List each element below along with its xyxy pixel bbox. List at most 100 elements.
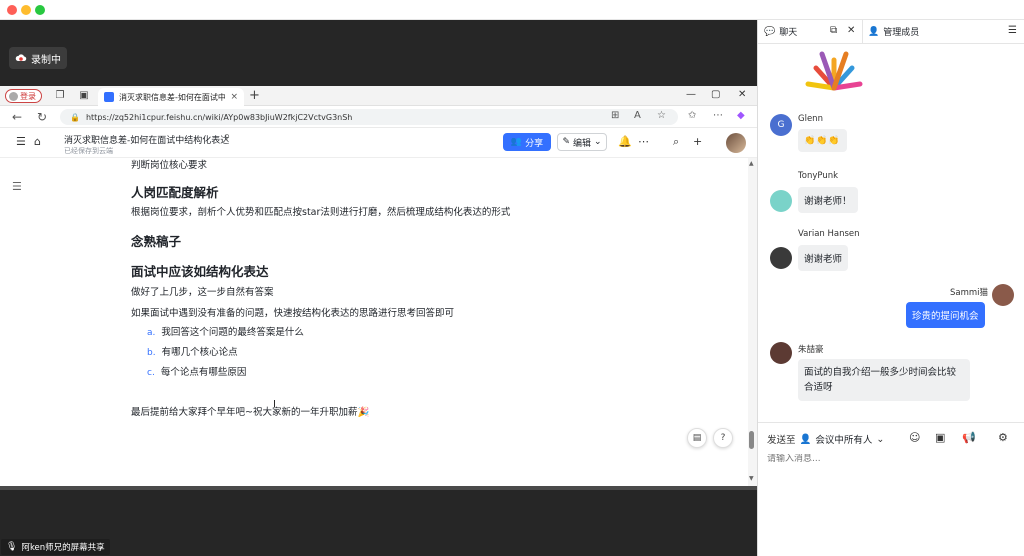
doc-heading: 人岗匹配度解析 xyxy=(131,185,219,200)
recording-badge[interactable]: 录制中 xyxy=(9,47,67,69)
doc-toolbox-button[interactable]: ▤ xyxy=(687,428,707,448)
doc-header: ☰ ⌂ 消灭求职信息差-如何在面试中结构化表达 ⚲ 已经保存到云端 👥 分享 ✎… xyxy=(0,128,757,158)
scroll-down-icon[interactable]: ▼ xyxy=(749,475,754,482)
message-sender: Glenn xyxy=(798,114,823,124)
message-sender: Varian Hansen xyxy=(798,229,860,239)
megaphone-icon[interactable]: 📢 xyxy=(962,431,976,444)
microphone-icon: 🎙 xyxy=(6,542,18,552)
message-bubble: 👏👏👏 xyxy=(798,129,847,152)
minimize-window-button[interactable] xyxy=(21,5,31,15)
recording-label: 录制中 xyxy=(31,54,61,66)
browser-address-bar: ← ↻ 🔒 https://zq52hi1cpur.feishu.cn/wiki… xyxy=(0,106,757,128)
list-item: c. 每个论点有哪些原因 xyxy=(147,364,246,378)
browser-window: 登录 ❐ ▣ 消灭求职信息差-如何在面试中结构化 × + — ▢ ✕ ← ↻ 🔒… xyxy=(0,86,757,486)
home-icon[interactable]: ⌂ xyxy=(34,135,41,149)
feishu-favicon-icon xyxy=(104,92,114,102)
message-bubble: 谢谢老师 xyxy=(798,245,849,271)
avatar[interactable] xyxy=(770,190,792,212)
message-settings-icon[interactable]: ⚙ xyxy=(998,431,1008,444)
pop-out-icon[interactable]: ⧉ xyxy=(830,25,837,36)
url-text: https://zq52hi1cpur.feishu.cn/wiki/AYp0w… xyxy=(85,112,353,122)
user-avatar[interactable] xyxy=(726,133,746,153)
send-to-selector[interactable]: 发送至 👤 会议中所有人 ⌄ xyxy=(767,432,884,447)
tab-title: 消灭求职信息差-如何在面试中结构化 xyxy=(119,92,226,102)
tab-chat-label: 聊天 xyxy=(779,28,798,38)
doc-paragraph: 做好了上几步，这一步自然有答案 xyxy=(131,287,274,298)
help-icon: ? xyxy=(720,433,726,443)
message-sender: 朱喆豪 xyxy=(798,345,824,355)
new-tab-button[interactable]: + xyxy=(249,88,260,103)
chevron-down-icon: ⌄ xyxy=(594,137,602,147)
message-text: 谢谢老师 xyxy=(804,254,843,265)
collapse-sidebar-icon[interactable]: ☰ xyxy=(16,135,26,149)
tab-chat[interactable]: 💬 聊天 xyxy=(764,25,798,39)
profile-icon xyxy=(9,91,18,101)
list-item-text: 有哪几个核心论点 xyxy=(161,347,238,358)
chat-composer: 发送至 👤 会议中所有人 ⌄ ☺ ▣ 📢 ⚙ xyxy=(758,422,1024,556)
folder-icon[interactable]: ▣ xyxy=(935,431,945,444)
zoom-window-button[interactable] xyxy=(35,5,45,15)
doc-paragraph: 判断岗位核心要求 xyxy=(131,160,208,171)
message-text: 👏👏👏 xyxy=(804,136,841,146)
apps-icon[interactable]: ⊞ xyxy=(611,110,619,121)
login-label: 登录 xyxy=(20,91,36,101)
clipboard-icon: ▤ xyxy=(692,433,702,443)
avatar[interactable] xyxy=(770,247,792,269)
close-window-button[interactable] xyxy=(7,5,17,15)
scroll-thumb[interactable] xyxy=(749,431,754,449)
avatar[interactable] xyxy=(992,284,1014,306)
doc-saved-status: 已经保存到云端 xyxy=(64,147,113,155)
tab-close-icon[interactable]: × xyxy=(230,92,238,102)
firework-sticker-icon xyxy=(805,51,863,91)
browser-minimize-button[interactable]: — xyxy=(686,89,696,100)
url-field[interactable]: 🔒 https://zq52hi1cpur.feishu.cn/wiki/AYp… xyxy=(60,109,678,125)
back-arrow-icon[interactable]: ← xyxy=(12,110,22,124)
edit-label: 编辑 xyxy=(572,138,591,149)
browser-restore-button[interactable]: ▢ xyxy=(711,89,720,100)
bell-icon[interactable]: 🔔 xyxy=(618,135,632,149)
scroll-up-icon[interactable]: ▲ xyxy=(749,160,754,167)
doc-heading: 面试中应该如结构化表达 xyxy=(131,264,269,279)
send-to-label: 发送至 xyxy=(767,435,796,446)
favorites-icon[interactable]: ✩ xyxy=(688,110,696,121)
add-icon[interactable]: + xyxy=(693,135,702,149)
outline-icon[interactable]: ☰ xyxy=(12,180,22,193)
cloud-record-icon xyxy=(15,54,27,61)
emoji-icon[interactable]: ☺ xyxy=(909,431,920,444)
browser-tab-active[interactable]: 消灭求职信息差-如何在面试中结构化 × xyxy=(98,88,244,106)
read-aloud-icon[interactable]: A xyxy=(634,110,641,121)
collections-icon[interactable]: ❐ xyxy=(54,90,66,102)
doc-heading: 念熟稿子 xyxy=(131,234,182,249)
edit-mode-button[interactable]: ✎ 编辑 ⌄ xyxy=(557,133,607,151)
people-icon: 👤 xyxy=(868,26,880,37)
chat-input[interactable] xyxy=(767,454,1007,464)
close-panel-icon[interactable]: ✕ xyxy=(847,25,855,36)
message-sender: TonyPunk xyxy=(798,171,839,181)
doc-title: 消灭求职信息差-如何在面试中结构化表达 xyxy=(64,136,230,146)
avatar[interactable]: G xyxy=(770,114,792,136)
message-text: 谢谢老师！ xyxy=(804,196,852,207)
share-label: 分享 xyxy=(525,138,544,149)
window-titlebar xyxy=(0,0,1024,20)
more-menu-icon[interactable]: ⋯ xyxy=(713,110,723,121)
share-button[interactable]: 👥 分享 xyxy=(503,133,551,151)
tab-members[interactable]: 👤 管理成员 xyxy=(868,25,919,39)
copilot-icon[interactable]: ◆ xyxy=(737,110,745,121)
message-sender: Sammi猫 xyxy=(950,288,989,298)
help-button[interactable]: ? xyxy=(713,428,733,448)
message-bubble-mine: 珍贵的提问机会 xyxy=(906,302,985,328)
browser-close-button[interactable]: ✕ xyxy=(738,89,746,100)
browser-tabbar: 登录 ❐ ▣ 消灭求职信息差-如何在面试中结构化 × + — ▢ ✕ xyxy=(0,86,757,106)
more-options-icon[interactable]: ⋯ xyxy=(638,135,649,149)
doc-scrollbar[interactable]: ▲ ▼ xyxy=(748,158,757,486)
panel-menu-icon[interactable]: ☰ xyxy=(1008,25,1017,36)
tab-actions-icon[interactable]: ▣ xyxy=(78,90,90,102)
chat-panel: 💬 聊天 ⧉ ✕ 👤 管理成员 ☰ G Glenn 👏👏👏 TonyPunk 谢… xyxy=(757,20,1024,556)
reload-icon[interactable]: ↻ xyxy=(37,110,47,124)
favorite-star-icon[interactable]: ☆ xyxy=(657,110,666,121)
pin-icon[interactable]: ⚲ xyxy=(224,133,230,142)
avatar[interactable] xyxy=(770,342,792,364)
browser-login-button[interactable]: 登录 xyxy=(5,89,42,103)
search-icon[interactable]: ⌕ xyxy=(673,135,679,149)
list-marker: a. xyxy=(147,328,156,338)
